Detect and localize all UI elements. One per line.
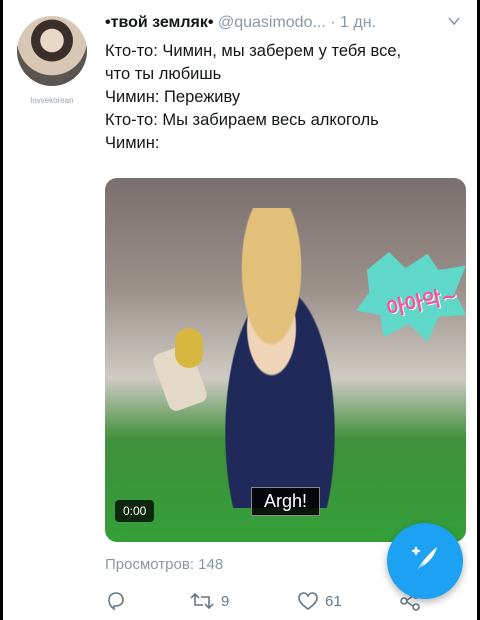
retweet-count: 9 <box>221 592 230 610</box>
tweet-line: Кто-то: Чимин, мы заберем у тебя все, <box>105 42 402 60</box>
heart-icon <box>297 590 319 612</box>
like-count: 61 <box>325 592 342 610</box>
avatar[interactable] <box>17 16 87 86</box>
tweet-header: •твой земляк• @quasimodo... · 1 дн. <box>105 14 461 36</box>
tweet-line: что ты любишь <box>105 65 222 83</box>
chevron-down-icon[interactable] <box>447 14 461 31</box>
microphone-head-image <box>175 328 203 368</box>
display-name[interactable]: •твой земляк• <box>105 14 214 31</box>
video-subtitle: Argh! <box>251 487 321 516</box>
video-timecode: 0:00 <box>115 500 155 522</box>
retweet-icon <box>189 590 215 612</box>
compose-tweet-button[interactable] <box>387 523 463 599</box>
tweet-text: Кто-то: Чимин, мы заберем у тебя все, чт… <box>105 40 465 155</box>
tweet-line: Кто-то: Мы забираем весь алкоголь <box>105 111 379 129</box>
compose-icon <box>407 541 443 582</box>
tweet-line: Чимин: Переживу <box>105 88 241 106</box>
video-frame-person <box>195 208 365 508</box>
avatar-caption: lovvekorean <box>30 96 74 105</box>
action-bar: 9 61 <box>105 590 425 616</box>
retweet-button[interactable]: 9 <box>189 590 229 612</box>
view-count: Просмотров: 148 <box>105 556 224 573</box>
video-player[interactable]: 아아악~ 0:00 Argh! <box>105 178 466 542</box>
timestamp[interactable]: 1 дн. <box>340 14 376 31</box>
tweet-screen: lovvekorean •твой земляк• @quasimodo... … <box>0 0 480 620</box>
reply-button[interactable] <box>105 590 127 612</box>
user-handle[interactable]: @quasimodo... <box>218 14 326 31</box>
like-button[interactable]: 61 <box>297 590 342 612</box>
tweet-line: Чимин: <box>105 134 160 152</box>
separator: · <box>330 14 336 31</box>
reply-icon <box>105 590 127 612</box>
